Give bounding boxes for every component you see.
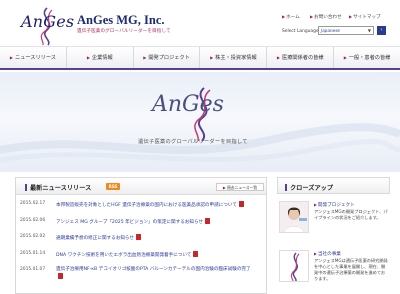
contact-link-label[interactable]: お問い合わせ <box>314 15 342 20</box>
home-link-label[interactable]: ホーム <box>286 15 300 20</box>
site-header: AnGes AnGes MG, Inc. 遺伝子医薬のグローバルリーダーを目指し… <box>0 0 400 46</box>
nav-item-company[interactable]: ▶ 企業情報 <box>67 47 134 68</box>
news-link-text[interactable]: 本邦製造販売を対象としたHGF 遺伝子治療薬の国内における医薬品承認の申請につい… <box>56 203 237 208</box>
closeup-item-title-text[interactable]: 当社の事業 <box>318 252 341 257</box>
news-panel: 最新ニュースリリース RSS ▶ 過去ニュース一覧 2015.02.17 本邦製… <box>15 177 267 294</box>
nav-item-label: 企業情報 <box>91 55 113 61</box>
sitemap-link[interactable]: ▶サイトマップ <box>349 14 381 20</box>
news-date: 2015.02.02 <box>20 234 46 239</box>
list-item: 2015.02.17 本邦製造販売を対象としたHGF 遺伝子治療薬の国内における… <box>16 199 266 216</box>
language-select-value: Japanese <box>321 28 341 33</box>
closeup-item-title[interactable]: ▶開発プロジェクト <box>314 202 355 208</box>
closeup-item-title-text[interactable]: 開発プロジェクト <box>318 203 355 208</box>
news-link-text[interactable]: DNA ワクチン技術を用いたエボラ出血熱治療薬開発着手について <box>56 253 191 258</box>
arrow-right-icon: ▶ <box>276 55 280 60</box>
closeup-thumbnail-image[interactable] <box>279 250 309 282</box>
title-bar-accent <box>25 184 27 191</box>
arrow-right-icon: ▶ <box>86 55 90 60</box>
closeup-item-text: アンジェスMGは遺伝子医薬の研究開発を中心とした事業を展開し、現在、開発中の遺伝… <box>314 258 388 281</box>
closeup-item-text: アンジェスMGの開発プロジェクト、パイプラインの状況をご紹介します。 <box>314 209 388 220</box>
nav-item-investors[interactable]: ▶ 株主・投資家情報 <box>200 47 268 68</box>
nav-item-label: 株主・投資家情報 <box>215 55 257 61</box>
nav-item-label: 一般・患者の皆様 <box>348 55 391 61</box>
closeup-item-projects[interactable]: ▶開発プロジェクト アンジェスMGの開発プロジェクト、パイプラインの状況をご紹介… <box>277 197 390 241</box>
helix-logo-icon <box>280 251 308 281</box>
arrow-right-icon: ▶ <box>282 14 286 19</box>
nav-item-news[interactable]: ▶ ニュースリリース <box>0 47 67 68</box>
news-date: 2015.01.14 <box>20 250 46 256</box>
select-language-label: Select Language <box>282 29 319 34</box>
closeup-title-text: クローズアップ <box>290 185 334 192</box>
news-link-text[interactable]: 遺伝子治療用NF-κB デコイオリゴ核酸のPTA バルーンカテーテルの国内治験の… <box>56 267 251 272</box>
nav-item-label: ニュースリリース <box>14 55 56 61</box>
closeup-title: クローズアップ <box>285 183 333 192</box>
news-link-text[interactable]: アンジェス MG グループ「2025 年ビジョン」の策定に関するお知らせ <box>56 220 203 225</box>
list-item: 2015.01.14 DNA ワクチン技術を用いたエボラ出血熱治療薬開発着手につ… <box>16 249 266 266</box>
list-item: 2015.01.07 遺伝子治療用NF-κB デコイオリゴ核酸のPTA バルーン… <box>16 265 266 282</box>
title-bar-accent <box>285 184 287 191</box>
arrow-right-icon: ▶ <box>343 55 347 60</box>
nav-item-projects[interactable]: ▶ 開発プロジェクト <box>134 47 201 68</box>
home-link[interactable]: ▶ホーム <box>282 14 300 20</box>
pdf-icon <box>193 250 199 257</box>
hero-logo-text: AnGes <box>152 92 224 117</box>
nav-item-label: 医療関係者の皆様 <box>282 55 324 61</box>
closeup-panel: クローズアップ ▶開発プロジェクト アンジェスMGの開発プロジェクト、パイプライ… <box>277 177 390 294</box>
main-nav: ▶ ニュースリリース ▶ 企業情報 ▶ 開発プロジェクト ▶ 株主・投資家情報 ▶ 医療関… <box>0 46 400 70</box>
arrow-right-icon: ▶ <box>9 55 13 60</box>
arrow-right-icon: ▶ <box>349 14 353 19</box>
researcher-image-icon <box>280 202 308 232</box>
news-link[interactable]: 本邦製造販売を対象としたHGF 遺伝子治療薬の国内における医薬品承認の申請につい… <box>56 201 256 209</box>
closeup-thumbnail-image[interactable] <box>279 201 309 233</box>
closeup-header: クローズアップ <box>277 177 390 194</box>
arrow-right-icon: ▶ <box>222 185 226 190</box>
news-archive-label: 過去ニュース一覧 <box>226 185 258 190</box>
chevron-down-icon: ▼ <box>367 28 371 33</box>
sitemap-link-label[interactable]: サイトマップ <box>353 15 381 20</box>
news-link-text[interactable]: 通期業績予想の修正に関するお知らせ <box>56 236 134 241</box>
company-name: AnGes MG, Inc. <box>77 13 165 27</box>
closeup-item-title[interactable]: ▶当社の事業 <box>314 251 341 257</box>
news-header: 最新ニュースリリース RSS ▶ 過去ニュース一覧 <box>16 178 266 195</box>
news-link[interactable]: 通期業績予想の修正に関するお知らせ <box>56 234 256 242</box>
news-link[interactable]: DNA ワクチン技術を用いたエボラ出血熱治療薬開発着手について <box>56 250 256 259</box>
list-item: 2015.02.06 アンジェス MG グループ「2025 年ビジョン」の策定に… <box>16 216 266 233</box>
news-link[interactable]: 遺伝子治療用NF-κB デコイオリゴ核酸のPTA バルーンカテーテルの国内治験の… <box>56 267 256 282</box>
arrow-right-icon: ▶ <box>310 14 314 19</box>
arrow-right-icon: ▶ <box>314 202 317 207</box>
nav-item-patients[interactable]: ▶ 一般・患者の皆様 <box>334 47 400 68</box>
hero-tagline: 遺伝子医薬のグローバルリーダーを目指して <box>138 139 248 145</box>
news-date: 2015.02.06 <box>20 217 46 223</box>
contact-link[interactable]: ▶お問い合わせ <box>310 14 342 20</box>
news-date: 2015.01.07 <box>20 267 46 272</box>
news-title-text: 最新ニュースリリース <box>30 185 92 192</box>
news-list: 2015.02.17 本邦製造販売を対象としたHGF 遺伝子治療薬の国内における… <box>16 195 266 282</box>
nav-item-label: 開発プロジェクト <box>148 55 190 61</box>
pdf-icon <box>238 201 244 207</box>
news-date: 2015.02.17 <box>20 201 46 206</box>
header-tagline: 遺伝子医薬のグローバルリーダーを目指して <box>77 29 171 34</box>
news-title: 最新ニュースリリース <box>25 183 91 192</box>
pdf-icon <box>58 273 63 280</box>
pdf-icon <box>205 217 211 224</box>
closeup-item-business[interactable]: ▶当社の事業 アンジェスMGは遺伝子医薬の研究開発を中心とした事業を展開し、現在… <box>277 246 390 290</box>
arrow-right-icon: ▶ <box>143 55 147 60</box>
hero-banner: AnGes 遺伝子医薬のグローバルリーダーを目指して <box>0 72 400 172</box>
arrow-right-icon: ▶ <box>210 55 214 60</box>
arrow-right-icon: ▶ <box>314 251 317 256</box>
list-item: 2015.02.02 通期業績予想の修正に関するお知らせ <box>16 232 266 249</box>
pdf-icon <box>136 234 142 240</box>
rss-icon[interactable]: RSS <box>106 183 120 190</box>
nav-item-medical[interactable]: ▶ 医療関係者の皆様 <box>267 47 335 68</box>
news-archive-button[interactable]: ▶ 過去ニュース一覧 <box>216 183 264 191</box>
logo-text[interactable]: AnGes <box>21 12 74 31</box>
news-link[interactable]: アンジェス MG グループ「2025 年ビジョン」の策定に関するお知らせ <box>56 217 256 226</box>
language-go-button[interactable]: › <box>377 26 386 35</box>
language-select[interactable]: Japanese ▼ <box>318 26 374 35</box>
